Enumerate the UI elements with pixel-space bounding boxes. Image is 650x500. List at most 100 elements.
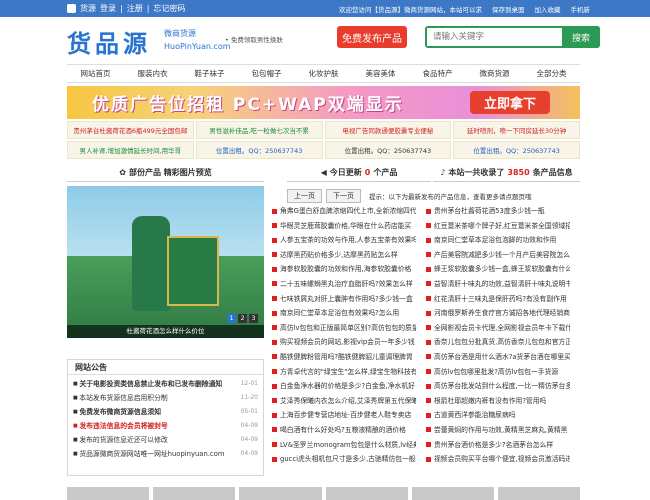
list-item[interactable]: 高仿lv包包和正版最简单区别?高仿包包的质量 [272, 321, 416, 336]
list-item[interactable]: 酷铁健脾粉管用吗?酷铁健脾貂儿童调理脾胃 [272, 350, 416, 365]
list-item[interactable]: 南京同仁堂草本足浴包泡脚的功效和作用 [426, 233, 570, 248]
list-item[interactable]: 高仿茅台酒是用什么酒水?a货茅台酒在哪里买 [426, 350, 570, 365]
list-item[interactable]: 贵州茅台酒价格是多少?名酒茅台怎么样 [426, 438, 570, 453]
nav-home[interactable]: 网站首页 [67, 65, 124, 82]
login-link[interactable]: 登录 [100, 3, 116, 14]
register-link[interactable]: 注册 [127, 3, 143, 14]
nav-wechat-source[interactable]: 微商货源 [466, 65, 523, 82]
list-item[interactable]: LV&圣罗兰monogram包包是什么材质,lv经典 [272, 438, 416, 453]
list-item[interactable]: 蜂王浆软胶囊多少钱一盒,蜂王浆软胶囊有什么 [426, 262, 570, 277]
list-item[interactable]: 贵州茅台杜酱荷花酒53度多少钱一瓶 [426, 204, 570, 219]
add-favorite-link[interactable]: 加入收藏 [535, 4, 561, 14]
site-icon [67, 4, 76, 13]
list-item[interactable]: 高仿lv包包哪里批发?高仿lv包包一手货源 [426, 365, 570, 380]
nav-beauty[interactable]: 美容美体 [352, 65, 409, 82]
slider-dot[interactable]: 1 [227, 314, 236, 323]
notice-item[interactable]: 本站发布货源信息启用积分制11-20 [73, 391, 258, 405]
ad-banner[interactable]: 优质广告位招租 PC+WAP双端显示 立即拿下 [67, 86, 580, 119]
list-item[interactable]: 南京同仁堂草本足浴包有效果吗?怎么用 [272, 306, 416, 321]
top-bar-left: 货源 登录 | 注册 | 忘记密码 [67, 3, 185, 14]
list-item[interactable]: 人参五宝茶的功效与作用,人参五宝茶有效果吗 [272, 233, 416, 248]
list-item[interactable]: 香奈儿包包分批真货,高仿香奈儿包包和官方正 [426, 335, 570, 350]
save-desktop-link[interactable]: 保存到桌面 [492, 4, 525, 14]
prev-page-button[interactable]: 上一页 [287, 189, 322, 203]
next-page-button[interactable]: 下一页 [326, 189, 361, 203]
product-thumbnail[interactable] [153, 487, 236, 500]
product-thumbnail[interactable] [411, 487, 494, 500]
list-item[interactable]: 河南俄罗斯养生食疗官方诚招各地代理经销商 [426, 306, 570, 321]
mobile-link[interactable]: 手机新 [571, 4, 591, 14]
search-input[interactable] [427, 28, 537, 46]
forgot-password-link[interactable]: 忘记密码 [153, 3, 185, 14]
text-ad[interactable]: 位置出租。QQ：250637743 [453, 141, 580, 159]
publish-product-button[interactable]: 免费发布产品 [337, 26, 407, 48]
nav-clothing[interactable]: 服装内衣 [124, 65, 181, 82]
slogan-link[interactable]: • 免费领取男性焕肤 [225, 34, 283, 44]
nav-food[interactable]: 食品特产 [409, 65, 466, 82]
notice-list: 关于电影投资类信息禁止发布和已发布删除通知12-01 本站发布货源信息启用积分制… [68, 375, 263, 463]
text-ad-grid: 贵州茅台杜酱荷花酒6瓶499元全国包邮 男性滋补佳品,吃一粒做七次当不累 电视广… [67, 121, 580, 159]
list-item[interactable]: 角弗G蛋白舒血脾浓缩四代上市,全新浓缩四代 [272, 204, 416, 219]
list-item[interactable]: 益智清肝十味丸的功效,益智清肝十味丸说明书 [426, 277, 570, 292]
total-count-header: ♪ 本站一共收录了 3850 条产品信息 [433, 164, 580, 182]
total-count: 3850 [507, 168, 530, 177]
list-item[interactable]: 根箭杜耶超嫩内裤有没有作用?管用吗 [426, 394, 570, 409]
search-box: 搜索 [425, 26, 600, 48]
nav-skincare[interactable]: 化妆护肤 [295, 65, 352, 82]
text-ad[interactable]: 男性滋补佳品,吃一粒做七次当不累 [195, 121, 323, 139]
featured-header: ✿ 部份产品 精彩图片预览 [67, 164, 264, 182]
list-item[interactable]: 海参软胶胶囊的功效和作用,海参软胶囊价格 [272, 262, 416, 277]
text-ad[interactable]: 位置出租。QQ：250637743 [324, 141, 452, 159]
list-item[interactable]: 产后美容院减肥多少钱一个月产后美容院怎么 [426, 248, 570, 263]
today-count: 0 [364, 168, 371, 177]
list-item[interactable]: 华眼灵芝鹿茸胶囊价格,华眼在什么药店能买 [272, 219, 416, 234]
search-button[interactable]: 搜索 [562, 26, 600, 48]
photo-caption[interactable]: 杜酱荷花酒怎么样什么价位 [67, 325, 264, 338]
site-short-name: 货源 [80, 4, 96, 13]
nav-all-categories[interactable]: 全部分类 [523, 65, 580, 82]
notice-item[interactable]: 免费发布微商货源信息须知05-01 [73, 405, 258, 419]
nav-bags[interactable]: 包包帽子 [238, 65, 295, 82]
notice-item[interactable]: 发布违法信息的会员将被封号04-09 [73, 419, 258, 433]
list-item[interactable]: 喝白酒有什么好处吗?五粮液精酿的酒价格 [272, 423, 416, 438]
slider-dot[interactable]: 2 [238, 314, 247, 323]
list-item[interactable]: 高仿茅台批发站到什么程度,一比一精仿茅台多少 [426, 379, 570, 394]
list-item[interactable]: 古道黄西洋参能治糖尿病吗 [426, 408, 570, 423]
product-thumbnail[interactable] [239, 487, 322, 500]
text-ad[interactable]: 男人补肾,增加激情延长时间,用华哥 [67, 141, 194, 159]
list-item[interactable]: 白金鱼净水器的价格是多少?白金鱼,净水机好 [272, 379, 416, 394]
list-item[interactable]: 全网影视会员卡代理,全网影视会员年卡下载什 [426, 321, 570, 336]
today-update-header: ◀ 今日更新 0 个产品 [287, 164, 431, 182]
product-thumbnail[interactable] [67, 487, 150, 500]
text-ad[interactable]: 位置出租。QQ：250637743 [195, 141, 323, 159]
list-item[interactable]: 七味铁屑丸对肝上囊肿有作用吗?多少钱一盒 [272, 292, 416, 307]
logo-domain: HuoPinYuan.com [164, 42, 231, 51]
featured-photo-slider[interactable]: 1 2 3 杜酱荷花酒怎么样什么价位 [67, 186, 264, 338]
list-item[interactable]: 艾泽秀保曦内衣怎么介绍,艾泽秀牌第五代保曦 [272, 394, 416, 409]
banner-cta-button[interactable]: 立即拿下 [470, 91, 550, 114]
text-ad[interactable]: 电视广告同款通便胶囊专业便秘 [324, 121, 452, 139]
list-item[interactable]: 上海百步健专营店地址·百步健老人鞋专卖店 [272, 408, 416, 423]
notice-item[interactable]: 发布的货源信息近还可以修改04-09 [73, 433, 258, 447]
product-thumbnail[interactable] [497, 487, 581, 500]
text-ad[interactable]: 贵州茅台杜酱荷花酒6瓶499元全国包邮 [67, 121, 194, 139]
text-ad[interactable]: 延时喷剂，喷一下同房延长30分钟 [453, 121, 580, 139]
notice-item[interactable]: 货品源微商货源网站唯一网址huopinyuan.com04-09 [73, 447, 258, 461]
list-item[interactable]: 红花清肝十三味丸是保肝药吗?有没有副作用 [426, 292, 570, 307]
bell-icon: ♪ [440, 168, 446, 177]
list-item[interactable]: 达摩黑药贴价格多少,达摩黑药贴怎么样 [272, 248, 416, 263]
nav-shoes[interactable]: 鞋子袜子 [181, 65, 238, 82]
list-item[interactable]: 尝蕾黄焖的作用与功效,黄精黑芝麻丸,黄精黑 [426, 423, 570, 438]
header: 货品源 微商货源 HuoPinYuan.com • 免费领取男性焕肤 免费发布产… [67, 17, 600, 62]
site-logo[interactable]: 货品源 [67, 24, 151, 59]
banner-text: 优质广告位招租 PC+WAP双端显示 [92, 95, 404, 115]
list-item[interactable]: gucci虎头相机包尺寸是多少,古驰精仿包一般 [272, 452, 416, 467]
notice-item[interactable]: 关于电影投资类信息禁止发布和已发布删除通知12-01 [73, 377, 258, 391]
list-item[interactable]: 红豆薏米茶哪个牌子好,红豆薏米茶全国领域招 [426, 219, 570, 234]
list-item[interactable]: 方青卓代言的"绿宝生"怎么样,绿宝生物科技有 [272, 365, 416, 380]
list-item[interactable]: 视频会员购买平台哪个便宜,视频会员激活码进 [426, 452, 570, 467]
product-thumbnail[interactable] [325, 487, 408, 500]
list-item[interactable]: 二十五味螺蛳黑丸治疗血脂肝吗?效果怎么样 [272, 277, 416, 292]
list-item[interactable]: 购买视频会员的网站,影视vip会员一年多少钱 [272, 335, 416, 350]
slider-dot[interactable]: 3 [249, 314, 258, 323]
